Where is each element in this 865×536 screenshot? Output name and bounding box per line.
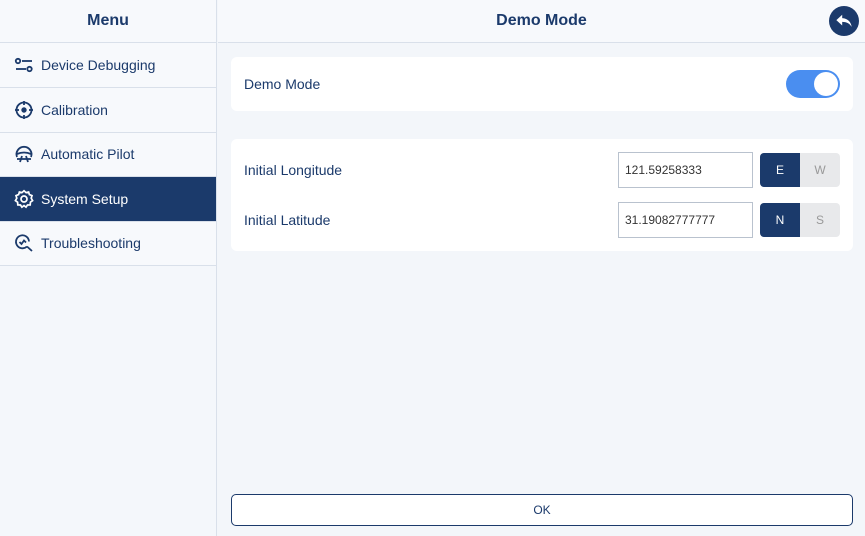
back-button[interactable]	[829, 6, 859, 36]
longitude-hemisphere-selector: E W	[760, 153, 840, 187]
steering-wheel-icon	[14, 144, 34, 164]
latitude-input[interactable]	[618, 202, 753, 238]
main-panel: Demo Mode Demo Mode Initial Longitude E …	[218, 0, 865, 536]
sidebar: Menu Device Debugging Calibration Automa…	[0, 0, 217, 536]
latitude-hemisphere-selector: N S	[760, 203, 840, 237]
latitude-row: Initial Latitude N S	[244, 202, 840, 238]
ok-button[interactable]: OK	[231, 494, 853, 526]
sliders-icon	[14, 55, 34, 75]
sidebar-item-automatic-pilot[interactable]: Automatic Pilot	[0, 132, 216, 177]
page-header: Demo Mode	[218, 0, 865, 43]
sidebar-item-device-debugging[interactable]: Device Debugging	[0, 43, 216, 88]
sidebar-item-label: Troubleshooting	[41, 235, 141, 252]
coordinates-card: Initial Longitude E W Initial Latitude N…	[231, 139, 853, 251]
longitude-row: Initial Longitude E W	[244, 152, 840, 188]
sidebar-item-label: Device Debugging	[41, 57, 156, 73]
sidebar-item-label: Automatic Pilot	[41, 146, 135, 163]
sidebar-item-calibration[interactable]: Calibration	[0, 88, 216, 133]
sidebar-item-system-setup[interactable]: System Setup	[0, 177, 216, 222]
back-arrow-icon	[835, 12, 853, 30]
sidebar-item-troubleshooting[interactable]: Troubleshooting	[0, 221, 216, 266]
crosshair-icon	[14, 100, 34, 120]
demo-mode-label: Demo Mode	[244, 76, 321, 92]
longitude-label: Initial Longitude	[244, 162, 343, 178]
latitude-label: Initial Latitude	[244, 212, 331, 228]
sidebar-item-label: System Setup	[41, 190, 129, 207]
sidebar-title: Menu	[0, 0, 216, 43]
east-option[interactable]: E	[760, 153, 800, 187]
sidebar-item-label: Calibration	[41, 101, 108, 118]
longitude-input[interactable]	[618, 152, 753, 188]
demo-mode-card: Demo Mode	[231, 57, 853, 111]
west-option[interactable]: W	[800, 153, 840, 187]
toggle-knob	[814, 72, 838, 96]
demo-mode-toggle[interactable]	[786, 70, 840, 98]
page-title: Demo Mode	[496, 12, 587, 29]
search-refresh-icon	[14, 233, 34, 253]
gear-icon	[14, 189, 34, 209]
north-option[interactable]: N	[760, 203, 800, 237]
south-option[interactable]: S	[800, 203, 840, 237]
